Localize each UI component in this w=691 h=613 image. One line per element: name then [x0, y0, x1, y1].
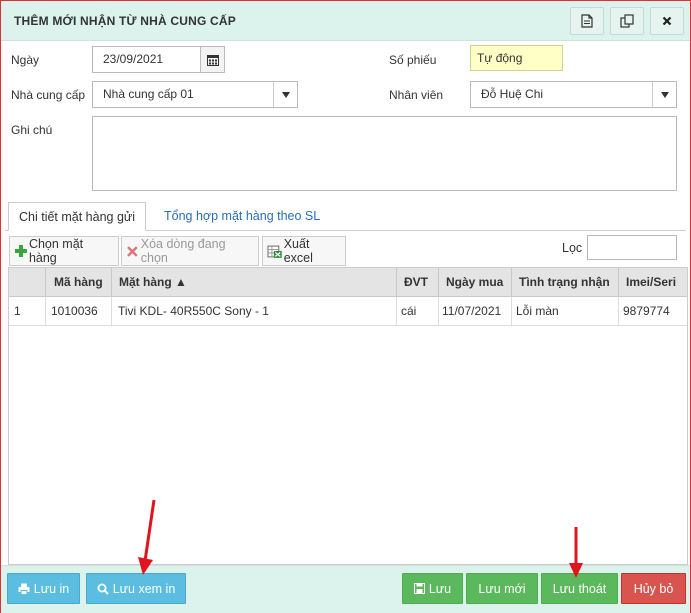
column-header-index[interactable]: [9, 268, 46, 296]
column-header-mat-hang[interactable]: Mặt hàng ▲: [112, 268, 397, 296]
so-phieu-label: Số phiếu: [389, 53, 437, 67]
grid-header: Mã hàng Mặt hàng ▲ ĐVT Ngày mua Tình trạ…: [9, 268, 687, 297]
dropdown-arrow-icon[interactable]: [273, 82, 297, 107]
nha-cung-cap-select[interactable]: Nhà cung cấp 01: [92, 81, 298, 108]
luu-in-button[interactable]: Lưu in: [7, 573, 80, 604]
cell-mat-hang: Tivi KDL- 40R550C Sony - 1: [112, 297, 397, 325]
tab-chi-tiet[interactable]: Chi tiết mặt hàng gửi: [8, 202, 147, 231]
dialog-titlebar: THÊM MỚI NHẬN TỪ NHÀ CUNG CẤP: [1, 1, 690, 41]
luu-thoat-label: Lưu thoát: [552, 581, 607, 596]
document-button[interactable]: [570, 7, 604, 35]
column-header-dvt[interactable]: ĐVT: [397, 268, 439, 296]
chon-mat-hang-button[interactable]: Chọn mặt hàng: [9, 236, 119, 266]
nhan-vien-label: Nhân viên: [389, 88, 444, 102]
huy-bo-button[interactable]: Hủy bỏ: [621, 573, 686, 604]
luu-xem-in-label: Lưu xem in: [112, 581, 176, 596]
xoa-dong-button[interactable]: Xóa dòng đang chọn: [121, 236, 259, 266]
nhan-vien-select[interactable]: Đỗ Huệ Chi: [470, 81, 677, 108]
luu-moi-label: Lưu mới: [478, 581, 526, 596]
annotation-arrow-icon: [569, 527, 583, 578]
huy-bo-label: Hủy bỏ: [633, 581, 674, 596]
plus-icon: [14, 245, 27, 257]
so-phieu-input[interactable]: Tự động: [470, 45, 563, 71]
tab-tong-hop[interactable]: Tổng hợp mặt hàng theo SL: [154, 202, 330, 231]
close-button[interactable]: [650, 7, 684, 35]
xuat-excel-label: Xuất excel: [283, 237, 313, 265]
column-header-tinh-trang[interactable]: Tình trạng nhận: [512, 268, 619, 296]
dropdown-arrow-icon[interactable]: [652, 82, 676, 107]
column-header-ma-hang[interactable]: Mã hàng: [46, 268, 112, 296]
luu-button[interactable]: Lưu: [402, 573, 463, 604]
cell-ngay-mua: 11/07/2021: [439, 297, 512, 325]
nha-cung-cap-label: Nhà cung cấp: [11, 88, 86, 102]
copy-icon: [620, 14, 634, 28]
dialog-footer: Lưu in Lưu xem in Lưu Lưu mới Lưu thoát …: [1, 565, 690, 613]
loc-label: Lọc: [562, 241, 583, 255]
cell-ma-hang: 1010036: [46, 297, 112, 325]
chon-mat-hang-label: Chọn mặt hàng: [28, 237, 84, 265]
loc-input[interactable]: [587, 235, 677, 260]
nhan-vien-value: Đỗ Huệ Chi: [481, 87, 544, 101]
excel-icon: [267, 245, 282, 258]
cell-index: 1: [9, 297, 46, 325]
copy-button[interactable]: [610, 7, 644, 35]
dialog-title: THÊM MỚI NHẬN TỪ NHÀ CUNG CẤP: [14, 14, 236, 28]
luu-xem-in-button[interactable]: Lưu xem in: [86, 573, 186, 604]
column-header-ngay-mua[interactable]: Ngày mua: [439, 268, 512, 296]
ngay-label: Ngày: [11, 53, 40, 67]
xuat-excel-button[interactable]: Xuất excel: [262, 236, 346, 266]
table-row[interactable]: 1 1010036 Tivi KDL- 40R550C Sony - 1 cái…: [9, 297, 687, 326]
cell-dvt: cái: [397, 297, 439, 325]
close-icon: [662, 16, 672, 26]
xoa-dong-label: Xóa dòng đang chọn: [140, 237, 226, 265]
document-icon: [581, 14, 593, 28]
print-icon: [18, 583, 30, 595]
luu-moi-button[interactable]: Lưu mới: [466, 573, 538, 604]
ngay-input[interactable]: 23/09/2021: [92, 46, 201, 73]
calendar-icon: [206, 54, 219, 66]
save-icon: [413, 583, 425, 594]
delete-x-icon: [127, 245, 138, 257]
column-header-imei[interactable]: Imei/Seri: [619, 268, 689, 296]
ghi-chu-textarea[interactable]: [92, 116, 677, 191]
calendar-button[interactable]: [200, 46, 225, 73]
dialog-window: THÊM MỚI NHẬN TỪ NHÀ CUNG CẤP Ngày 23/09…: [0, 0, 691, 613]
search-icon: [97, 583, 109, 595]
cell-tinh-trang: Lỗi màn: [512, 297, 619, 325]
cell-imei: 9879774: [623, 304, 670, 318]
luu-in-label: Lưu in: [33, 581, 70, 596]
nha-cung-cap-value: Nhà cung cấp 01: [103, 87, 194, 101]
data-grid: Mã hàng Mặt hàng ▲ ĐVT Ngày mua Tình trạ…: [8, 267, 688, 565]
annotation-arrow-icon: [138, 499, 156, 575]
luu-label: Lưu: [428, 581, 452, 596]
ghi-chu-label: Ghi chú: [11, 123, 53, 137]
